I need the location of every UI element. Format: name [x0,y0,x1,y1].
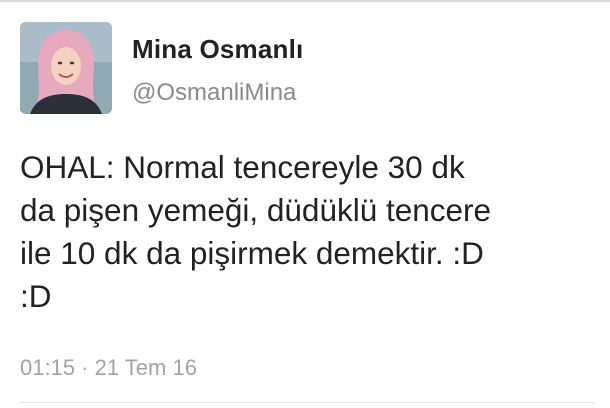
tweet-card: Mina Osmanlı @OsmanliMina OHAL: Normal t… [0,0,610,408]
top-divider [0,0,610,2]
bottom-divider [20,402,595,403]
tweet-text-line: ile 10 dk da pişirmek demektir. :D [20,235,484,271]
author-name[interactable]: Mina Osmanlı [132,34,303,65]
author-handle[interactable]: @OsmanliMina [132,79,296,107]
tweet-timestamp[interactable]: 01:15 · 21 Tem 16 [20,355,197,381]
tweet-text: OHAL: Normal tencereyle 30 dk da pişen y… [20,146,605,318]
user-avatar-photo-icon [20,22,112,114]
tweet-text-line: da pişen yemeği, düdüklü tencere [20,192,492,228]
avatar[interactable] [20,22,112,114]
tweet-text-line: :D [20,278,52,314]
tweet-text-line: OHAL: Normal tencereyle 30 dk [20,149,465,185]
